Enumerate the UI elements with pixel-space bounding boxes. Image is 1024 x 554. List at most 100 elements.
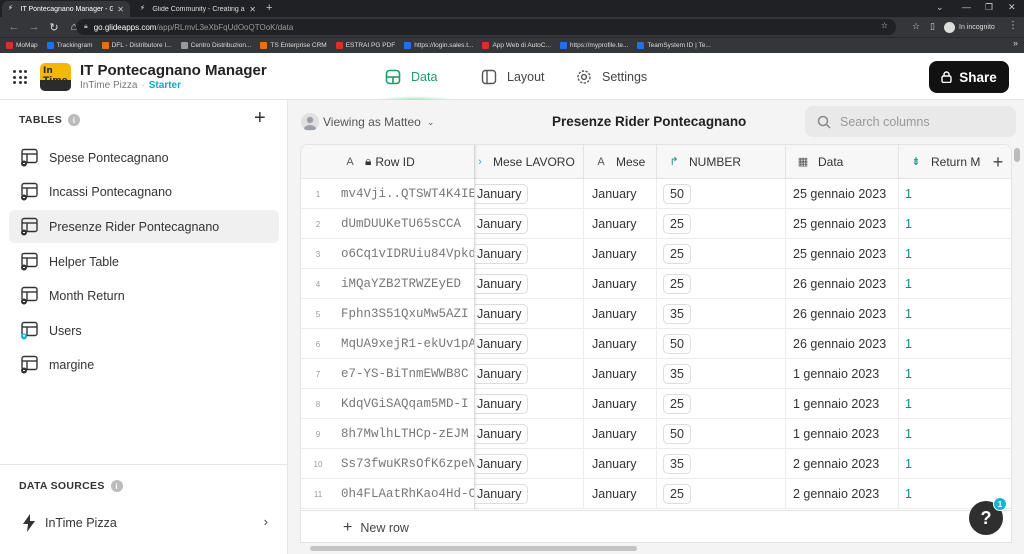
- cell-number[interactable]: 50: [657, 329, 786, 359]
- cell-row-id[interactable]: Fphn3S51QxuMw5AZI: [339, 299, 475, 329]
- cell-mese[interactable]: January: [584, 299, 657, 329]
- cell-row-id[interactable]: MqUA9xejR1-ekUv1pA: [339, 329, 475, 359]
- cell-mese[interactable]: January: [584, 359, 657, 389]
- data-source-intime-pizza[interactable]: InTime Pizza ›: [19, 510, 274, 536]
- cell-return-m[interactable]: 1: [899, 299, 1011, 329]
- cell-return-m[interactable]: 1: [899, 209, 1011, 239]
- cell-row-id[interactable]: dUmDUUKeTU65sCCA: [339, 209, 475, 239]
- cell-return-m[interactable]: 1: [899, 269, 1011, 299]
- share-button[interactable]: Share: [929, 61, 1009, 93]
- cell-data[interactable]: 26 gennaio 2023: [786, 329, 899, 359]
- tab-data[interactable]: Data: [385, 69, 437, 85]
- table-row[interactable]: 4 iMQaYZB2TRWZEyED January January 25 26 genn…: [301, 269, 1011, 299]
- cell-number[interactable]: 25: [657, 239, 786, 269]
- close-tab-icon[interactable]: ✕: [117, 5, 124, 14]
- cell-return-m[interactable]: 1: [899, 179, 1011, 209]
- cell-return-m[interactable]: 1: [899, 449, 1011, 479]
- cell-mese-lavoro[interactable]: January: [475, 419, 584, 449]
- minimize-icon[interactable]: —: [962, 2, 971, 12]
- cell-mese-lavoro[interactable]: January: [475, 179, 584, 209]
- bookmark-item[interactable]: App Web di AutoC...: [482, 42, 551, 49]
- cell-return-m[interactable]: 1: [899, 329, 1011, 359]
- table-row[interactable]: 11 0h4FLAatRhKao4Hd-C January January 25 2 ge…: [301, 479, 1011, 509]
- table-row[interactable]: 9 8h7MwlhLTHCp-zEJM January January 50 1 genn…: [301, 419, 1011, 449]
- cell-mese-lavoro[interactable]: January: [475, 479, 584, 509]
- browser-tab[interactable]: ⚡ Glide Community - Creating an... ✕: [134, 1, 262, 17]
- cell-mese-lavoro[interactable]: January: [475, 299, 584, 329]
- bookmark-item[interactable]: ESTRAI PG PDF: [335, 42, 395, 49]
- maximize-icon[interactable]: ❐: [985, 2, 993, 13]
- tab-search-icon[interactable]: ⌄: [936, 2, 944, 13]
- new-tab-icon[interactable]: +: [266, 2, 272, 14]
- add-column-icon[interactable]: +: [987, 149, 1009, 175]
- info-icon[interactable]: i: [68, 114, 81, 126]
- sidebar-item-users[interactable]: Users: [9, 314, 279, 347]
- cell-number[interactable]: 35: [657, 359, 786, 389]
- column-header-mese-lavoro[interactable]: › Mese LAVORO: [475, 145, 584, 179]
- cell-number[interactable]: 25: [657, 479, 786, 509]
- cell-number[interactable]: 35: [657, 299, 786, 329]
- cell-data[interactable]: 25 gennaio 2023: [786, 239, 899, 269]
- cell-data[interactable]: 25 gennaio 2023: [786, 179, 899, 209]
- sidebar-item-month-return[interactable]: Month Return: [9, 279, 279, 312]
- tab-settings[interactable]: Settings: [576, 69, 647, 85]
- forward-icon[interactable]: →: [28, 21, 40, 33]
- cell-return-m[interactable]: 1: [899, 239, 1011, 269]
- cell-row-id[interactable]: o6Cq1vIDRUiu84Vpkd: [339, 239, 475, 269]
- plan-badge[interactable]: Starter: [149, 80, 181, 91]
- bookmark-item[interactable]: TS Enterprise CRM: [260, 42, 327, 49]
- cell-mese[interactable]: January: [584, 269, 657, 299]
- cell-data[interactable]: 26 gennaio 2023: [786, 269, 899, 299]
- bookmark-item[interactable]: MoMap: [6, 42, 38, 49]
- cell-mese[interactable]: January: [584, 239, 657, 269]
- table-row[interactable]: 2 dUmDUUKeTU65sCCA January January 25 25 genn…: [301, 209, 1011, 239]
- cell-mese[interactable]: January: [584, 179, 657, 209]
- bookmark-item[interactable]: DFL - Distributore I...: [101, 42, 172, 49]
- cell-row-id[interactable]: e7-YS-BiTnmEWWB8C: [339, 359, 475, 389]
- cell-mese-lavoro[interactable]: January: [475, 209, 584, 239]
- bookmark-item[interactable]: Trackingram: [46, 42, 93, 49]
- tab-layout[interactable]: Layout: [481, 69, 545, 85]
- cell-return-m[interactable]: 1: [899, 419, 1011, 449]
- cell-mese[interactable]: January: [584, 449, 657, 479]
- cell-number[interactable]: 25: [657, 269, 786, 299]
- cell-mese-lavoro[interactable]: January: [475, 449, 584, 479]
- cell-mese[interactable]: January: [584, 329, 657, 359]
- cell-data[interactable]: 25 gennaio 2023: [786, 209, 899, 239]
- cell-return-m[interactable]: 1: [899, 389, 1011, 419]
- cell-number[interactable]: 50: [657, 419, 786, 449]
- cell-row-id[interactable]: Ss73fwuKRsOfK6zpeN: [339, 449, 475, 479]
- bookmark-item[interactable]: https://myprofile.te...: [559, 42, 628, 49]
- cell-row-id[interactable]: KdqVGiSAQqam5MD-I: [339, 389, 475, 419]
- column-header-mese[interactable]: A Mese: [584, 145, 657, 179]
- column-header-data[interactable]: ▦ Data: [786, 145, 899, 179]
- cell-mese-lavoro[interactable]: January: [475, 359, 584, 389]
- cell-mese[interactable]: January: [584, 209, 657, 239]
- cell-mese-lavoro[interactable]: January: [475, 239, 584, 269]
- side-panel-icon[interactable]: ▯: [930, 21, 935, 32]
- sidebar-item-margine[interactable]: margine: [9, 348, 279, 381]
- apps-grid-icon[interactable]: [13, 70, 27, 84]
- cell-data[interactable]: 1 gennaio 2023: [786, 359, 899, 389]
- table-row[interactable]: 1 mv4Vji..QTSWT4K4IE1 January January 50 25 g…: [301, 179, 1011, 209]
- cell-mese-lavoro[interactable]: January: [475, 389, 584, 419]
- info-icon[interactable]: i: [110, 480, 123, 492]
- cell-data[interactable]: 1 gennaio 2023: [786, 389, 899, 419]
- table-row[interactable]: 6 MqUA9xejR1-ekUv1pA January January 50 26 ge…: [301, 329, 1011, 359]
- table-row[interactable]: 5 Fphn3S51QxuMw5AZI January January 35 26 gen…: [301, 299, 1011, 329]
- cell-data[interactable]: 1 gennaio 2023: [786, 419, 899, 449]
- cell-number[interactable]: 50: [657, 179, 786, 209]
- horizontal-scrollbar[interactable]: [310, 546, 637, 551]
- vertical-scrollbar[interactable]: [1014, 148, 1020, 162]
- browser-tab-active[interactable]: ⚡ IT Pontecagnano Manager - Glide ✕: [2, 1, 130, 17]
- viewing-as-dropdown[interactable]: Viewing as Matteo ⌄: [301, 112, 434, 132]
- column-header-row-id[interactable]: A 🔒︎ Row ID: [301, 145, 475, 179]
- cell-number[interactable]: 25: [657, 389, 786, 419]
- cell-mese[interactable]: January: [584, 479, 657, 509]
- cell-row-id[interactable]: mv4Vji..QTSWT4K4IE1: [339, 179, 475, 209]
- cell-data[interactable]: 26 gennaio 2023: [786, 299, 899, 329]
- bookmark-star-icon[interactable]: ☆: [912, 21, 920, 32]
- bookmark-star-icon[interactable]: ☆: [881, 21, 888, 30]
- cell-number[interactable]: 35: [657, 449, 786, 479]
- table-row[interactable]: 8 KdqVGiSAQqam5MD-I January January 25 1 genn…: [301, 389, 1011, 419]
